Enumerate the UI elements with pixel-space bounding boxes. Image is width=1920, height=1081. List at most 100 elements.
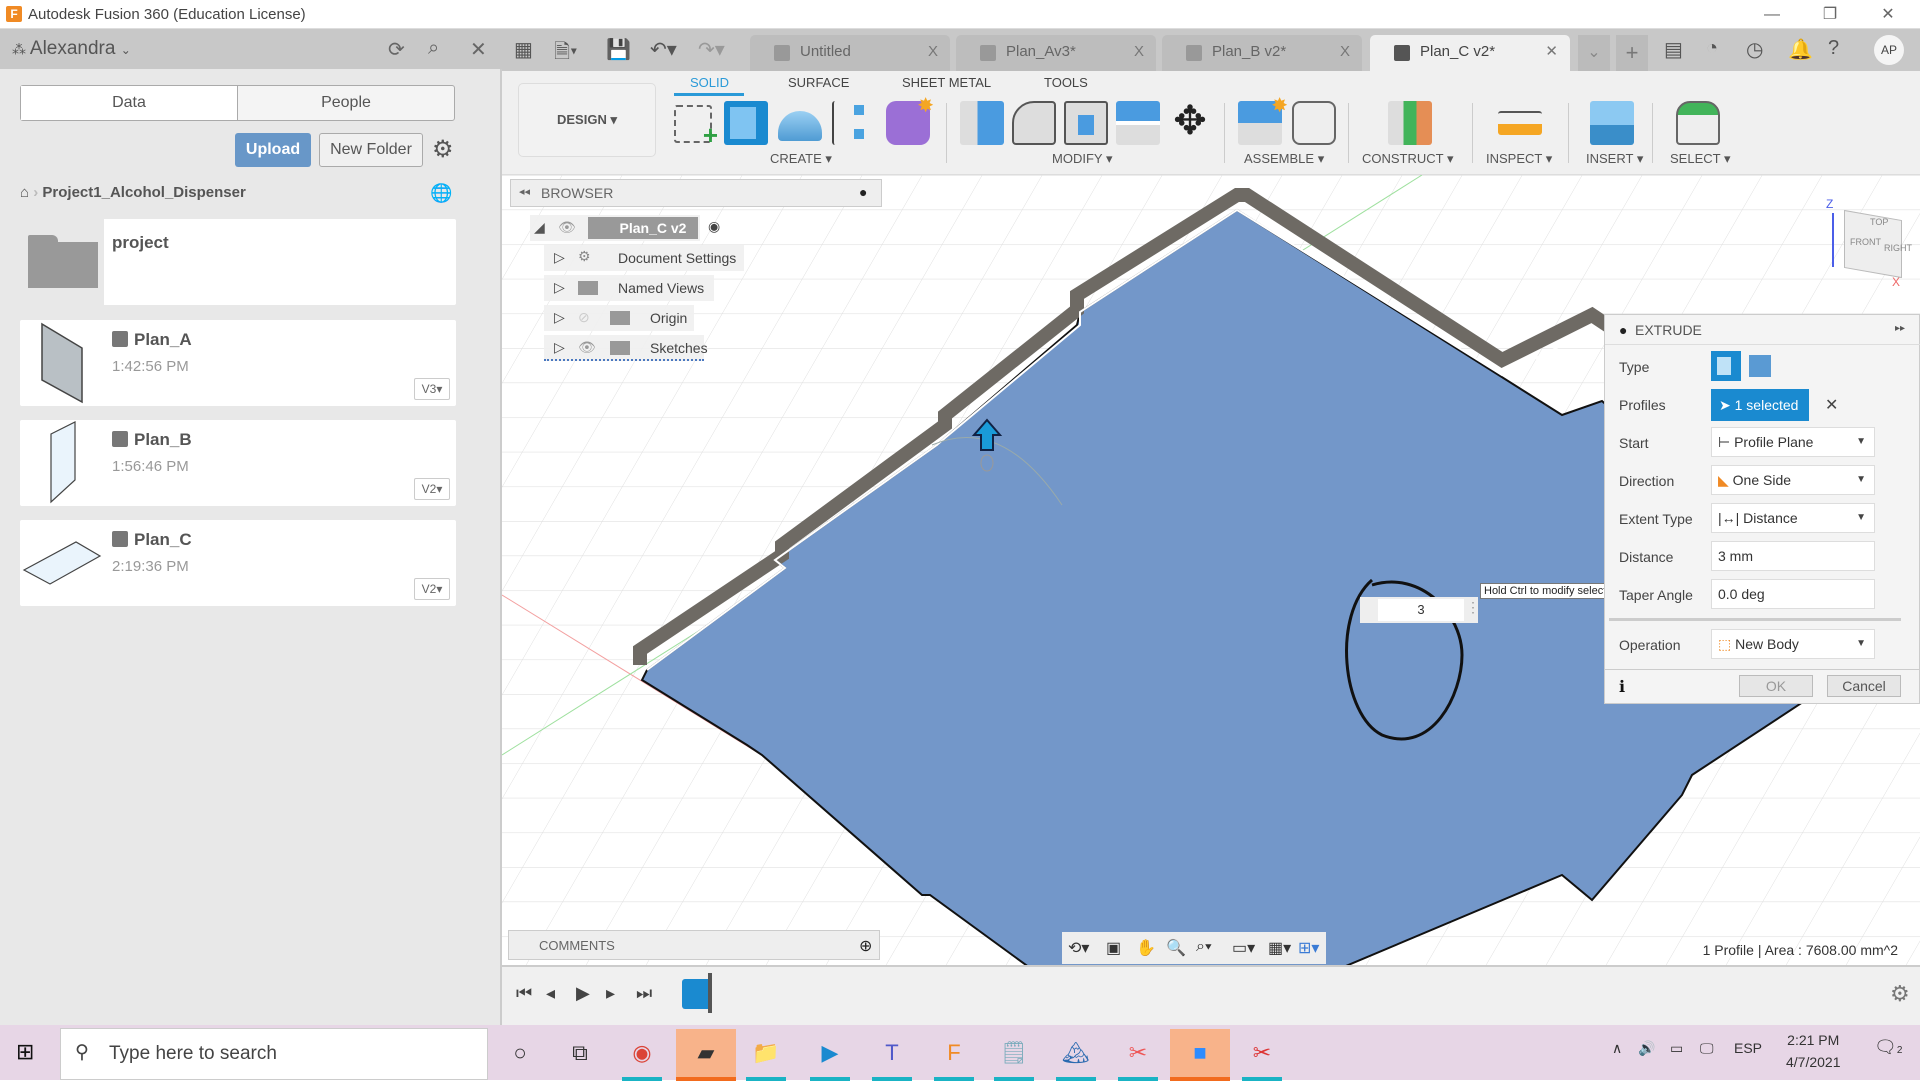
joint-icon[interactable] (1292, 101, 1336, 145)
grid-settings-icon[interactable]: ▦▾ (1268, 938, 1291, 958)
comments-icon[interactable]: ▤ (1664, 37, 1683, 62)
expand-dialog-icon[interactable]: ▸▸ (1895, 323, 1905, 334)
refresh-icon[interactable]: ⟳ (388, 37, 405, 62)
browser-item-origin[interactable]: ▷ ⊘ Origin (544, 305, 694, 331)
avatar[interactable]: AP (1874, 35, 1904, 65)
tab-plan-a[interactable]: Plan_Av3* X (956, 35, 1156, 71)
task-view-icon[interactable]: ⧉ (550, 1029, 610, 1077)
version-dropdown[interactable]: V2▾ (414, 478, 450, 500)
revolve-icon[interactable] (778, 111, 822, 141)
browser-item-sketches[interactable]: ▷ 👁 Sketches (544, 335, 708, 361)
file-menu-icon[interactable]: 🗎▾ (554, 37, 577, 71)
display-settings-icon[interactable]: ▭▾ (1232, 938, 1255, 958)
minimize-browser-icon[interactable]: ● (859, 184, 867, 200)
workspace-switcher[interactable]: DESIGN ▾ (518, 83, 656, 157)
browser-root-item[interactable]: ◢ 👁 Plan_C v2 ◉ (530, 215, 720, 241)
file-item[interactable]: Plan_A 1:42:56 PM V3▾ (20, 320, 456, 406)
create-menu[interactable]: CREATE ▾ (770, 151, 832, 167)
new-tab-button[interactable]: + (1616, 35, 1648, 71)
network-icon[interactable]: 🖵 (1700, 1040, 1714, 1057)
root-component-name[interactable]: Plan_C v2 (588, 217, 698, 239)
extensions-icon[interactable]: ◔ (1706, 37, 1718, 60)
version-dropdown[interactable]: V3▾ (414, 378, 450, 400)
ok-button[interactable]: OK (1739, 675, 1813, 697)
minimize-button[interactable]: — (1752, 4, 1792, 26)
look-at-icon[interactable]: ▣ (1106, 938, 1121, 958)
expand-triangle-icon[interactable]: ◢ (534, 219, 545, 236)
windows-start-icon[interactable]: ⊞ (16, 1039, 34, 1065)
file-item[interactable]: Plan_B 1:56:46 PM V2▾ (20, 420, 456, 506)
close-tab-icon[interactable]: ✕ (1545, 35, 1558, 69)
view-cube-right[interactable]: RIGHT (1884, 243, 1912, 253)
close-tab-icon[interactable]: X (1134, 35, 1144, 69)
view-cube-top[interactable]: TOP (1870, 217, 1888, 227)
notepad-icon[interactable]: 🗒 (984, 1029, 1044, 1081)
new-joint-component-icon[interactable]: ✸ (1238, 95, 1288, 145)
fillet-icon[interactable] (1012, 101, 1056, 145)
go-to-start-icon[interactable]: ⏮ (516, 983, 532, 1004)
direction-dropdown[interactable]: ◣ One Side ▼ (1711, 465, 1875, 495)
tab-plan-b[interactable]: Plan_B v2* X (1162, 35, 1362, 71)
cortana-icon[interactable]: ○ (490, 1029, 550, 1077)
create-sketch-icon[interactable]: + (674, 105, 718, 150)
media-player-icon[interactable]: ▶ (800, 1029, 860, 1081)
close-panel-icon[interactable]: ✕ (470, 37, 487, 62)
activate-radio-icon[interactable]: ◉ (708, 218, 720, 235)
breadcrumb-project[interactable]: Project1_Alcohol_Dispenser (42, 184, 245, 201)
restore-button[interactable]: ❐ (1810, 4, 1850, 26)
folder-item[interactable]: project (20, 219, 456, 305)
move-copy-icon[interactable]: ✥ (1168, 101, 1212, 145)
press-pull-icon[interactable] (960, 101, 1004, 145)
team-selector[interactable]: ⁂ Alexandra ⌄ (12, 38, 131, 60)
pattern-icon[interactable] (832, 101, 876, 145)
offset-plane-icon[interactable] (1388, 101, 1432, 145)
shell-icon[interactable] (1064, 101, 1108, 145)
more-options-icon[interactable]: ⋮ (1466, 599, 1480, 616)
battery-icon[interactable]: ▭ (1670, 1040, 1683, 1057)
teams-icon[interactable]: T (862, 1029, 922, 1081)
viewports-icon[interactable]: ⊞▾ (1298, 938, 1319, 958)
save-icon[interactable]: 💾 (606, 37, 631, 62)
tray-overflow-icon[interactable]: ∧ (1612, 1040, 1622, 1057)
play-icon[interactable]: ▶ (576, 983, 590, 1004)
clear-selection-icon[interactable]: ✕ (1825, 395, 1838, 415)
chrome-icon[interactable]: ◉ (612, 1029, 672, 1081)
browser-item-document-settings[interactable]: ▷ ⚙ Document Settings (544, 245, 744, 271)
timeline-settings-gear-icon[interactable]: ⚙ (1890, 981, 1910, 1007)
taper-angle-field[interactable]: 0.0 deg (1711, 579, 1875, 609)
go-to-end-icon[interactable]: ⏭ (636, 983, 652, 1004)
split-face-icon[interactable] (1116, 101, 1160, 145)
zoom-icon[interactable]: 🔍 (1166, 938, 1186, 958)
apps-grid-icon[interactable]: ▦ (514, 37, 533, 62)
gear-icon[interactable]: ⚙ (432, 135, 454, 164)
tab-plan-c[interactable]: Plan_C v2* ✕ (1370, 35, 1570, 71)
action-center-icon[interactable]: 🗨2 (1874, 1037, 1902, 1058)
add-comment-icon[interactable]: ⊕ (859, 936, 872, 956)
view-cube-front[interactable]: FRONT (1850, 237, 1881, 247)
version-dropdown[interactable]: V2▾ (414, 578, 450, 600)
zoom-app-icon[interactable]: ■ (1170, 1029, 1230, 1081)
collapse-browser-icon[interactable]: ◂◂ (519, 185, 530, 198)
job-status-icon[interactable]: ◷ (1746, 37, 1763, 62)
distance-inline-input[interactable]: 3 (1378, 599, 1464, 621)
step-back-icon[interactable]: ◂ (546, 983, 555, 1004)
type-thin-button[interactable] (1749, 355, 1771, 377)
taskbar-search[interactable]: ⚲ Type here to search (60, 1028, 488, 1080)
undo-icon[interactable]: ↶▾ (650, 37, 677, 62)
upload-button[interactable]: Upload (235, 133, 311, 167)
timeline-marker[interactable] (708, 973, 712, 1013)
measure-icon[interactable] (1498, 111, 1542, 135)
close-window-button[interactable]: ✕ (1868, 4, 1908, 26)
snipping-tool-icon[interactable]: ✂ (1232, 1029, 1292, 1081)
search-icon[interactable]: ⌕ (428, 37, 439, 60)
view-cube[interactable]: FRONT RIGHT TOP Z X (1814, 197, 1914, 289)
tab-tools[interactable]: TOOLS (1044, 75, 1088, 90)
tab-sheet-metal[interactable]: SHEET METAL (902, 75, 991, 90)
assemble-menu[interactable]: ASSEMBLE ▾ (1244, 151, 1324, 167)
type-solid-button[interactable] (1711, 351, 1741, 381)
tab-surface[interactable]: SURFACE (788, 75, 849, 90)
extrude-dialog-header[interactable]: ● EXTRUDE ▸▸ (1605, 315, 1920, 345)
volume-icon[interactable]: 🔊 (1638, 1040, 1655, 1057)
close-tab-icon[interactable]: X (928, 35, 938, 69)
select-menu[interactable]: SELECT ▾ (1670, 151, 1730, 167)
